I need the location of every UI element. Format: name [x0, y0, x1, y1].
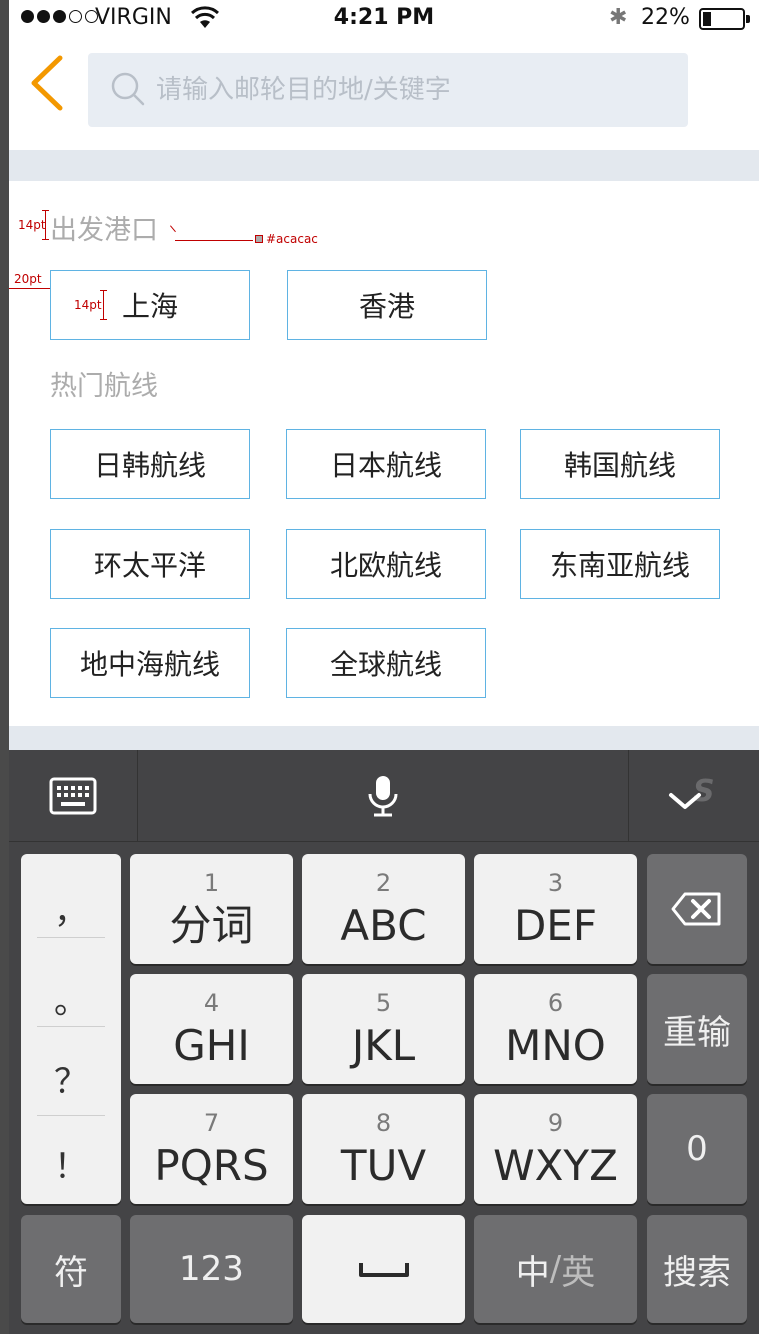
- space-icon: [358, 1263, 409, 1277]
- search-key[interactable]: 搜索: [647, 1215, 747, 1323]
- keyboard-icon: [49, 777, 97, 815]
- search-input[interactable]: [156, 67, 656, 113]
- key-9[interactable]: 9 WXYZ: [474, 1094, 637, 1204]
- section-divider: [9, 726, 759, 750]
- left-edge-strip: [0, 0, 9, 1334]
- chevron-down-icon: S: [669, 774, 715, 809]
- punct-exclamation[interactable]: ！: [21, 1139, 121, 1188]
- punct-period[interactable]: 。: [21, 974, 121, 1023]
- chevron-left-icon: [31, 55, 63, 111]
- route-tag[interactable]: 日本航线: [286, 429, 486, 499]
- key-6[interactable]: 6 MNO: [474, 974, 637, 1084]
- key-2[interactable]: 2 ABC: [302, 854, 465, 964]
- svg-text:S: S: [693, 774, 715, 809]
- annotation-marker: [45, 210, 46, 240]
- annotation-marker: [42, 239, 49, 240]
- route-tag[interactable]: 全球航线: [286, 628, 486, 698]
- departure-ports-title: 出发港口: [50, 215, 158, 246]
- key-0[interactable]: 0: [647, 1094, 747, 1204]
- symbols-key[interactable]: 符: [21, 1215, 121, 1323]
- microphone-icon: [368, 776, 398, 817]
- bluetooth-icon: ✱: [609, 5, 628, 30]
- punct-comma[interactable]: ，: [21, 884, 121, 933]
- route-tag[interactable]: 东南亚航线: [520, 529, 720, 599]
- search-icon: [110, 71, 146, 111]
- battery-icon: [699, 8, 750, 30]
- search-box[interactable]: [88, 53, 688, 127]
- annotation-marker: [103, 290, 104, 320]
- annotation-title-color: #acacac: [266, 232, 318, 246]
- key-8[interactable]: 8 TUV: [302, 1094, 465, 1204]
- annotation-marker: [9, 288, 50, 289]
- annotation-marker: [100, 290, 107, 291]
- route-tag[interactable]: 日韩航线: [50, 429, 250, 499]
- port-tag-hongkong[interactable]: 香港: [287, 270, 487, 340]
- punct-divider: [37, 1026, 105, 1027]
- punct-divider: [37, 937, 105, 938]
- backspace-key[interactable]: [647, 854, 747, 964]
- section-divider: [9, 150, 759, 181]
- key-7[interactable]: 7 PQRS: [130, 1094, 293, 1204]
- annotation-leader-line: [175, 240, 253, 241]
- color-swatch: [255, 235, 263, 243]
- annotation-leader-line: [170, 225, 176, 233]
- route-tag[interactable]: 地中海航线: [50, 628, 250, 698]
- key-1[interactable]: 1 分词: [130, 854, 293, 964]
- key-4[interactable]: 4 GHI: [130, 974, 293, 1084]
- backspace-icon: [671, 892, 721, 926]
- punct-question[interactable]: ？: [21, 1054, 121, 1103]
- route-tag[interactable]: 环太平洋: [50, 529, 250, 599]
- route-tag[interactable]: 北欧航线: [286, 529, 486, 599]
- annotation-tag-size: 14pt: [74, 298, 102, 312]
- language-switch-key[interactable]: 中 / 英: [474, 1215, 637, 1323]
- annotation-marker: [100, 319, 107, 320]
- annotation-marker: [42, 210, 49, 211]
- punctuation-column[interactable]: ， 。 ？ ！: [21, 854, 121, 1204]
- numbers-key[interactable]: 123: [130, 1215, 293, 1323]
- space-key[interactable]: [302, 1215, 465, 1323]
- punct-divider: [37, 1115, 105, 1116]
- key-5[interactable]: 5 JKL: [302, 974, 465, 1084]
- keyboard-toolbar: S: [9, 750, 759, 842]
- keyboard-layout-button[interactable]: [9, 750, 137, 842]
- back-button[interactable]: [26, 52, 76, 114]
- key-3[interactable]: 3 DEF: [474, 854, 637, 964]
- hot-routes-title: 热门航线: [50, 371, 158, 402]
- battery-percent: 22%: [641, 5, 690, 30]
- annotation-left-margin: 20pt: [14, 272, 42, 286]
- status-bar: VIRGIN 4:21 PM ✱ 22%: [9, 0, 759, 38]
- voice-input-button[interactable]: [138, 750, 628, 842]
- hide-keyboard-button[interactable]: S: [629, 750, 759, 842]
- annotation-title-size: 14pt: [18, 218, 46, 232]
- retype-key[interactable]: 重输: [647, 974, 747, 1084]
- route-tag[interactable]: 韩国航线: [520, 429, 720, 499]
